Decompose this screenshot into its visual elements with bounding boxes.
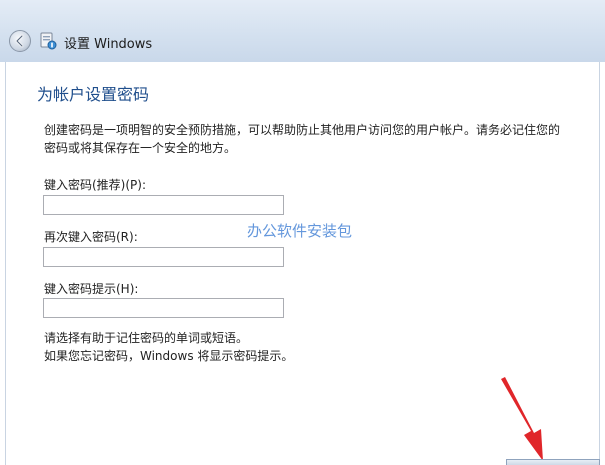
page-description: 创建密码是一项明智的安全预防措施，可以帮助防止其他用户访问您的用户帐户。请务必记…	[44, 123, 561, 155]
page-title: 为帐户设置密码	[37, 85, 150, 104]
password-field[interactable]	[43, 195, 284, 215]
title-bar: 设置 Windows	[0, 0, 605, 62]
password-hint-label: 键入密码提示(H):	[44, 282, 139, 296]
confirm-password-label: 再次键入密码(R):	[44, 230, 138, 244]
red-arrow-annotation	[501, 377, 543, 461]
hint-instruction-line1: 请选择有助于记住密码的单词或短语。	[44, 331, 249, 345]
next-button[interactable]	[506, 459, 600, 465]
window-title: 设置 Windows	[64, 37, 153, 52]
back-arrow-icon	[15, 34, 24, 48]
watermark-text: 办公软件安装包	[247, 222, 353, 240]
password-label: 键入密码(推荐)(P):	[44, 178, 147, 192]
confirm-password-field[interactable]	[43, 247, 284, 267]
back-button[interactable]	[9, 30, 31, 52]
hint-instruction-line2: 如果您忘记密码，Windows 将显示密码提示。	[44, 349, 294, 363]
password-hint-field[interactable]	[43, 298, 284, 318]
windows-setup-icon	[40, 32, 57, 50]
